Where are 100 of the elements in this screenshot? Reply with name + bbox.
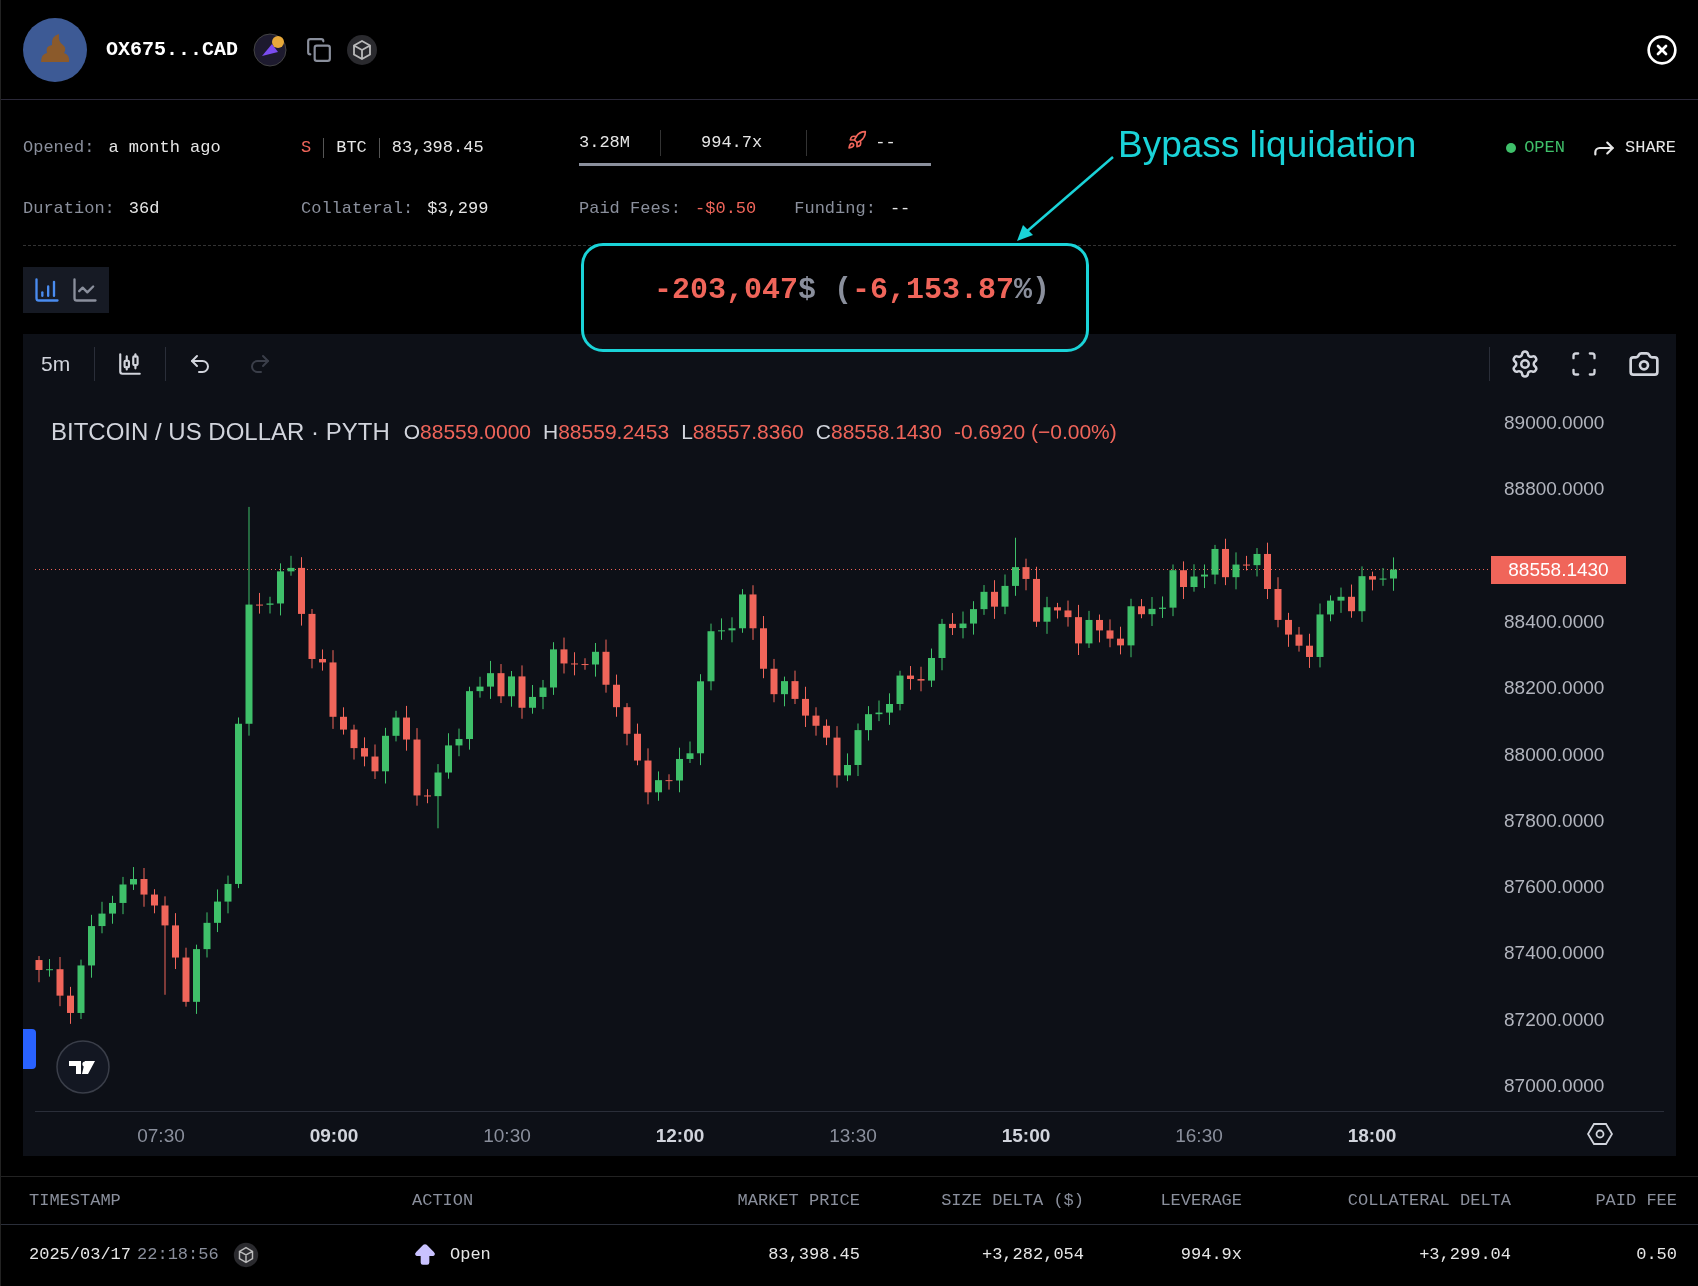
info-value: a month ago [108,137,221,160]
position-side: S [301,137,312,160]
candle [224,875,232,914]
candle [602,639,610,694]
candle [1022,558,1030,591]
share-button[interactable]: SHARE [1591,135,1676,161]
candle [182,947,190,1008]
rocket-icon [847,130,868,150]
time-axis-label: 13:30 [829,1124,877,1148]
candle [1190,563,1198,593]
candle [644,747,652,805]
candle [1369,571,1376,591]
cube-icon[interactable] [346,33,379,66]
column-header: SIZE DELTA ($) [940,1189,1084,1212]
candle [686,741,694,764]
candle [1138,598,1145,619]
candle [980,584,988,616]
candle [1295,626,1303,653]
candle [1075,604,1082,656]
candle [791,670,799,705]
bar-chart-icon[interactable] [33,276,61,304]
info-label: Opened: [23,137,95,160]
candle [550,641,557,696]
candle [277,562,284,616]
column-header: TIMESTAMP [29,1189,122,1212]
close-button[interactable] [1646,33,1678,66]
candle [56,956,64,1007]
candle [193,944,200,1015]
sidebar-toggle[interactable] [23,1029,36,1069]
candle [1285,612,1292,648]
candle [1169,564,1177,617]
fullscreen-icon[interactable] [1570,350,1598,378]
settings-icon[interactable] [1510,349,1540,379]
candle [1033,566,1040,628]
candle [1264,542,1271,600]
info-value: -$0.50 [695,198,757,221]
candle [1148,596,1156,627]
candle [854,722,862,777]
candle [1327,594,1334,622]
candle [665,773,673,791]
price-axis-label: 88200.0000 [1504,678,1605,698]
candle [823,718,830,746]
info-value: 36d [128,198,160,221]
settings-icon[interactable] [1587,1121,1613,1147]
column-header: PAID FEE [1594,1189,1677,1212]
candle-style-icon[interactable] [117,351,144,377]
candle [1012,537,1019,597]
price-axis-label: 87400.0000 [1504,943,1605,963]
candle [287,555,295,577]
interval-button[interactable]: 5m [39,348,73,380]
candle [970,600,977,636]
copy-icon[interactable] [306,36,333,63]
candle [35,955,43,983]
candle [455,728,463,757]
candle [203,911,211,958]
candle [949,612,956,636]
candle [1127,598,1135,658]
candle [1390,556,1397,592]
candle [1211,544,1219,585]
ohlc-value: O88559.0000 [403,419,531,446]
candle [1180,560,1187,600]
candle [676,747,683,793]
candle [119,876,127,915]
liquidation-value: -- [875,132,896,154]
time-axis-label: 09:00 [309,1124,359,1148]
badge-icon [252,31,289,68]
wallet-address: OX675...CAD [106,36,239,63]
candle [781,676,788,707]
candle [1358,565,1366,623]
candle [844,752,851,782]
candle [655,770,662,802]
candle [476,676,484,699]
candle [508,670,515,708]
candle [1201,564,1208,589]
candle [560,637,568,674]
candle [403,705,410,752]
cube-icon[interactable] [232,1242,259,1268]
candle [581,657,589,671]
candle [140,867,148,908]
candle [1043,596,1051,635]
candle [886,692,893,726]
candle [466,686,473,751]
line-chart-icon[interactable] [71,276,99,304]
price-axis-label: 87000.0000 [1504,1076,1605,1095]
tradingview-logo[interactable] [55,1039,111,1095]
table-cell-text: +3,282,054 [980,1244,1084,1267]
candle [896,670,904,711]
candle [308,608,316,669]
candle [1106,618,1114,648]
candle [518,664,526,720]
candle [77,959,85,1020]
candle [88,914,95,979]
candle [865,705,872,741]
timestamp-date: 2025/03/17 [29,1244,132,1267]
ohlc-value: H88559.2453 [543,419,670,446]
candle [875,700,883,722]
candle [1054,602,1061,620]
price-axis-label: 88800.0000 [1504,479,1605,499]
candle [739,588,746,634]
column-header: ACTION [412,1189,475,1212]
